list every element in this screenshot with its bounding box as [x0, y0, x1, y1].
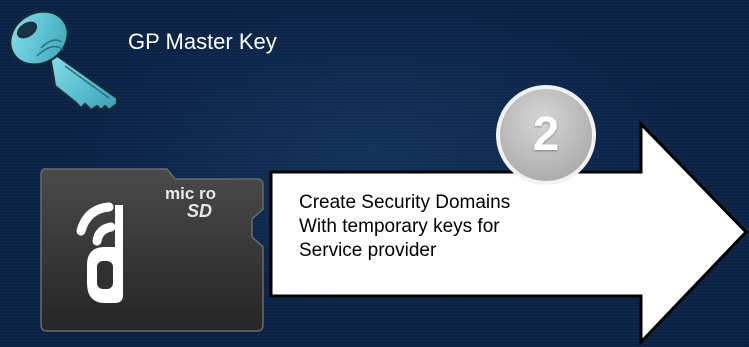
step-description: Create Security Domains With temporary k… [299, 191, 659, 263]
step-number: 2 [532, 108, 560, 161]
svg-text:SD: SD [187, 201, 212, 221]
key-icon [9, 10, 119, 112]
key-label: GP Master Key [128, 29, 277, 54]
step-text-line: Service provider [299, 240, 437, 261]
step-text-line: With temporary keys for [299, 216, 500, 237]
step-text-line: Create Security Domains [299, 192, 511, 213]
microsd-card-icon: mic ro SD [40, 168, 264, 332]
